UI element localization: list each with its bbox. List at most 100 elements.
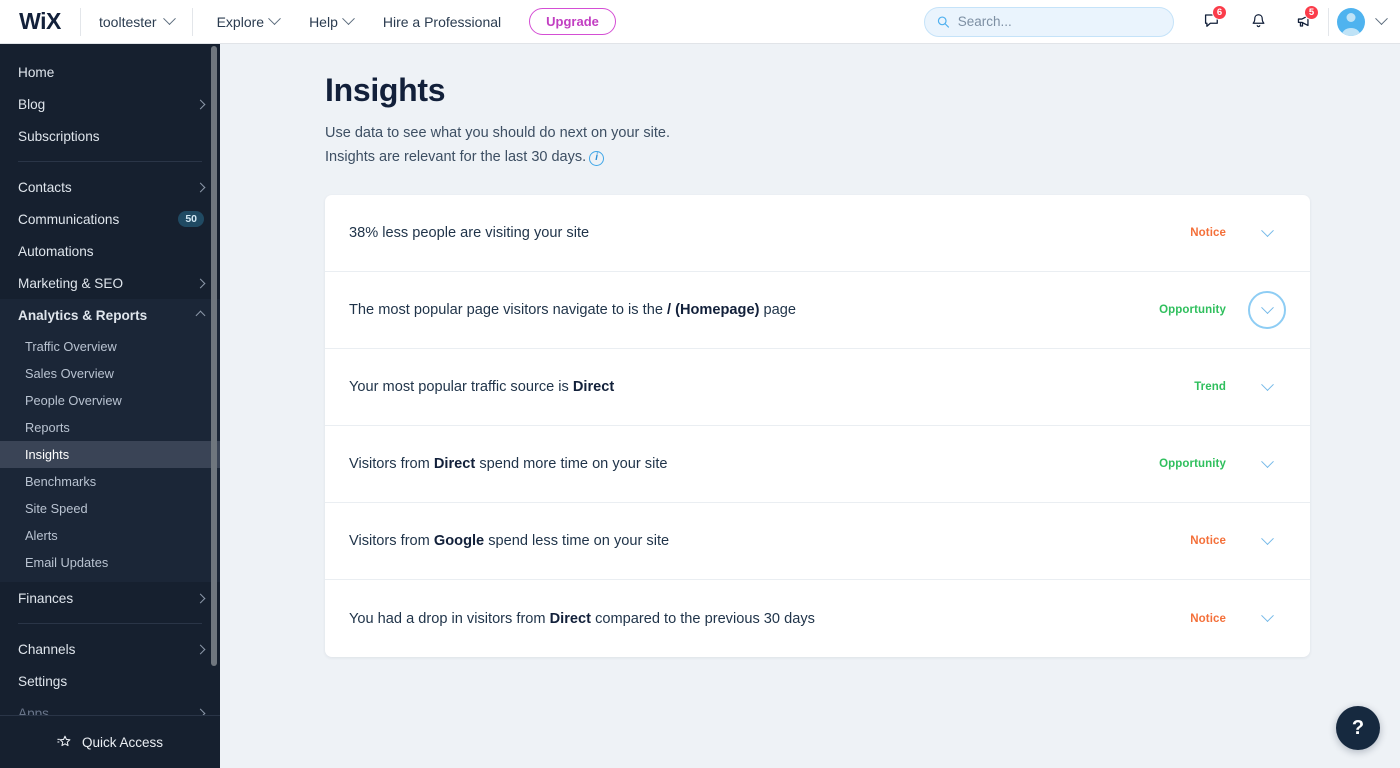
chat-icon-button[interactable]: 6: [1190, 0, 1234, 44]
top-bar-right: 6 5: [924, 0, 1400, 44]
sidebar-item-site-speed[interactable]: Site Speed: [0, 495, 220, 522]
sidebar-item-subscriptions[interactable]: Subscriptions: [0, 120, 220, 152]
expand-toggle-button[interactable]: [1248, 522, 1286, 560]
table-row[interactable]: The most popular page visitors navigate …: [325, 272, 1310, 349]
bell-icon-button[interactable]: [1236, 0, 1280, 44]
insight-text-pre: The most popular page visitors navigate …: [349, 302, 667, 318]
insight-text-bold: / (Homepage): [667, 302, 760, 318]
sidebar-item-communications[interactable]: Communications 50: [0, 203, 220, 235]
sidebar-item-email-updates[interactable]: Email Updates: [0, 549, 220, 576]
sidebar-item-home[interactable]: Home: [0, 56, 220, 88]
sidebar-item-label: Marketing & SEO: [18, 275, 124, 291]
avatar[interactable]: [1337, 7, 1365, 36]
wix-logo[interactable]: WiX: [0, 8, 80, 35]
status-badge: Notice: [1190, 535, 1226, 547]
insight-text-bold: Direct: [572, 379, 615, 395]
menu-label: Hire a Professional: [382, 13, 502, 30]
subtitle-line-1: Use data to see what you should do next …: [325, 125, 670, 141]
sidebar-item-benchmarks[interactable]: Benchmarks: [0, 468, 220, 495]
sidebar-item-reports[interactable]: Reports: [0, 414, 220, 441]
sidebar-item-settings[interactable]: Settings: [0, 665, 220, 697]
quick-access-button[interactable]: Quick Access: [0, 715, 220, 768]
site-selector[interactable]: tooltester: [81, 0, 192, 44]
sidebar-item-label: Contacts: [18, 179, 72, 195]
sidebar-item-insights[interactable]: Insights: [0, 441, 220, 468]
chevron-right-icon: [195, 593, 206, 603]
divider: [1328, 7, 1329, 36]
subtitle-line-2-wrap: Insights are relevant for the last 30 da…: [325, 145, 1400, 169]
chevron-down-icon: [1260, 609, 1274, 623]
sidebar-item-sales-overview[interactable]: Sales Overview: [0, 360, 220, 387]
insight-text-bold: Direct: [433, 456, 476, 472]
insight-text: Visitors from Google spend less time on …: [349, 533, 1190, 549]
table-row[interactable]: 38% less people are visiting your site N…: [325, 195, 1310, 272]
analytics-submenu: Traffic Overview Sales Overview People O…: [0, 331, 220, 582]
insight-text-pre: 38% less people are visiting your site: [349, 225, 590, 241]
sidebar-scrollbar[interactable]: [211, 46, 217, 666]
sidebar-subitem-label: Insights: [25, 447, 70, 462]
search-box[interactable]: [924, 6, 1174, 37]
sidebar-divider: [18, 161, 202, 162]
chevron-down-icon[interactable]: [1375, 12, 1388, 26]
sidebar-scroll-area: Home Blog Subscriptions Contacts Communi…: [0, 44, 220, 715]
upgrade-button[interactable]: Upgrade: [529, 8, 616, 35]
quick-access-label: Quick Access: [81, 734, 164, 750]
insight-text-post: spend less time on your site: [484, 533, 670, 549]
table-row[interactable]: Your most popular traffic source is Dire…: [325, 349, 1310, 426]
insight-text: Your most popular traffic source is Dire…: [349, 379, 1194, 395]
megaphone-icon-button[interactable]: 5: [1282, 0, 1326, 44]
sidebar-item-finances[interactable]: Finances: [0, 582, 220, 614]
sidebar-item-label: Analytics & Reports: [18, 307, 148, 323]
insight-text-pre: Your most popular traffic source is: [349, 379, 573, 395]
insight-text-bold: Google: [433, 533, 485, 549]
info-icon[interactable]: i: [589, 150, 605, 166]
expand-toggle-button[interactable]: [1248, 445, 1286, 483]
chevron-down-icon: [162, 12, 176, 26]
bell-icon: [1252, 14, 1264, 28]
help-button[interactable]: ?: [1336, 706, 1380, 750]
sidebar-subitem-label: Site Speed: [25, 501, 88, 516]
insight-text: 38% less people are visiting your site: [349, 225, 1190, 241]
status-badge: Opportunity: [1159, 458, 1226, 470]
sidebar-item-channels[interactable]: Channels: [0, 633, 220, 665]
sidebar-item-alerts[interactable]: Alerts: [0, 522, 220, 549]
table-row[interactable]: Visitors from Direct spend more time on …: [325, 426, 1310, 503]
chevron-right-icon: [195, 708, 206, 715]
sidebar-item-blog[interactable]: Blog: [0, 88, 220, 120]
quick-access-icon: [57, 735, 71, 747]
menu-item-help[interactable]: Help: [297, 8, 365, 36]
sidebar-subitem-label: Email Updates: [25, 555, 109, 570]
chevron-down-icon: [268, 12, 281, 26]
sidebar-item-label: Finances: [18, 590, 74, 606]
chevron-down-icon: [1260, 377, 1274, 391]
sidebar-item-label: Automations: [18, 243, 94, 259]
chat-badge: 6: [1212, 4, 1227, 20]
sidebar-item-people-overview[interactable]: People Overview: [0, 387, 220, 414]
chevron-up-icon: [195, 310, 206, 320]
sidebar-item-analytics-and-reports[interactable]: Analytics & Reports: [0, 299, 220, 331]
table-row[interactable]: Visitors from Google spend less time on …: [325, 503, 1310, 580]
expand-toggle-button[interactable]: [1248, 291, 1286, 329]
megaphone-badge: 5: [1304, 4, 1319, 20]
communications-badge: 50: [178, 211, 204, 227]
sidebar-item-marketing-and-seo[interactable]: Marketing & SEO: [0, 267, 220, 299]
sidebar-item-apps[interactable]: Apps: [0, 697, 220, 715]
expand-toggle-button[interactable]: [1248, 600, 1286, 638]
sidebar-subitem-label: Benchmarks: [25, 474, 97, 489]
insight-text: The most popular page visitors navigate …: [349, 302, 1159, 318]
top-bar: WiX tooltester Explore Help Hire a Profe…: [0, 0, 1400, 44]
sidebar-subitem-label: People Overview: [25, 393, 122, 408]
menu-item-hire-a-professional[interactable]: Hire a Professional: [371, 8, 513, 36]
sidebar-item-contacts[interactable]: Contacts: [0, 171, 220, 203]
table-row[interactable]: You had a drop in visitors from Direct c…: [325, 580, 1310, 657]
menu-item-explore[interactable]: Explore: [205, 8, 291, 36]
expand-toggle-button[interactable]: [1248, 214, 1286, 252]
subtitle-line-2: Insights are relevant for the last 30 da…: [325, 149, 587, 165]
search-input[interactable]: [957, 14, 1161, 29]
sidebar-item-automations[interactable]: Automations: [0, 235, 220, 267]
expand-toggle-button[interactable]: [1248, 368, 1286, 406]
sidebar-item-traffic-overview[interactable]: Traffic Overview: [0, 333, 220, 360]
sidebar-subitem-label: Reports: [25, 420, 70, 435]
insight-text-post: spend more time on your site: [475, 456, 668, 472]
status-badge: Trend: [1194, 381, 1226, 393]
